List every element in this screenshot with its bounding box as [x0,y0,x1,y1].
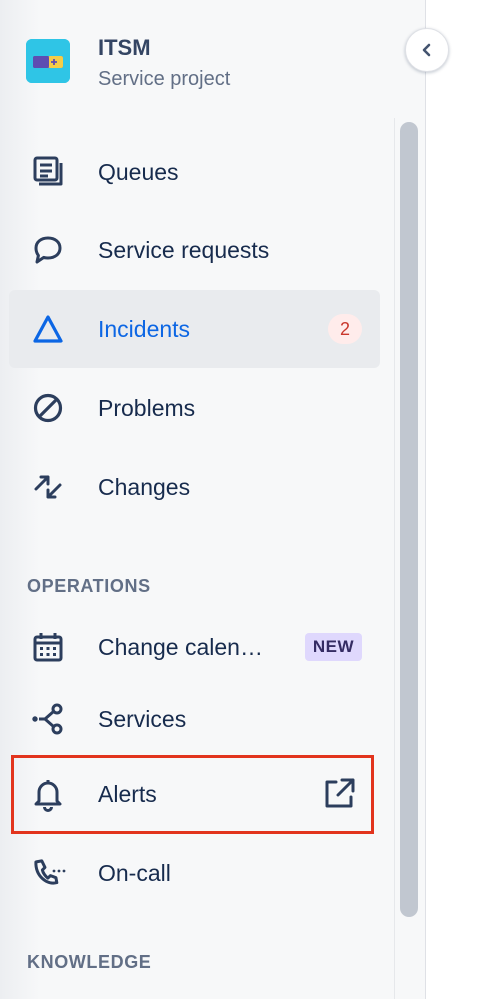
sidebar-item-problems[interactable]: Problems [9,369,380,447]
sidebar-item-change-calendar[interactable]: Change calen… NEW [9,608,380,686]
project-subtitle: Service project [98,68,231,90]
triangle-icon [29,310,67,348]
incidents-count-badge: 2 [328,314,362,344]
bell-icon [29,775,67,813]
project-title: ITSM [98,35,151,60]
project-avatar [26,39,70,83]
sidebar-item-service-requests[interactable]: Service requests [9,211,380,289]
sidebar-item-label: Queues [98,158,179,185]
collapse-sidebar-button[interactable] [405,28,449,72]
operations-section-heading: OPERATIONS [27,576,151,596]
sidebar-item-queues[interactable]: Queues [9,133,380,211]
sidebar-item-services[interactable]: Services [9,680,380,758]
sidebar-item-label: Problems [98,394,196,421]
sidebar-divider [394,118,395,999]
sidebar-item-label: Service requests [98,236,270,263]
sidebar-scrollbar[interactable] [400,122,418,917]
sidebar-item-label: On-call [98,859,171,886]
phone-icon [29,854,67,892]
new-lozenge: NEW [304,633,362,661]
queues-icon [29,153,67,191]
external-link-icon[interactable] [320,775,358,813]
project-header[interactable]: ITSM Service project [26,33,386,97]
main-content-area [427,0,479,999]
changes-arrows-icon [29,468,67,506]
sidebar-item-label: Changes [98,473,191,500]
sidebar-item-alerts[interactable]: Alerts [9,755,380,833]
sidebar-item-label: Change calen… [98,633,263,660]
calendar-icon [29,628,67,666]
project-logo-icon [26,39,70,83]
sidebar-item-incidents[interactable]: Incidents 2 [9,290,380,368]
sidebar-item-label: Services [98,705,187,732]
chevron-left-icon [422,43,431,57]
sidebar-item-label: Incidents [98,315,191,342]
project-sidebar: ITSM Service project Queues Service requ… [0,0,426,999]
sidebar-item-label: Alerts [98,780,157,807]
speech-bubble-icon [29,231,67,269]
prohibited-icon [29,389,67,427]
services-graph-icon [29,700,67,738]
sidebar-item-changes[interactable]: Changes [9,448,380,526]
sidebar-item-on-call[interactable]: On-call [9,834,380,912]
knowledge-section-heading: KNOWLEDGE [27,952,152,972]
